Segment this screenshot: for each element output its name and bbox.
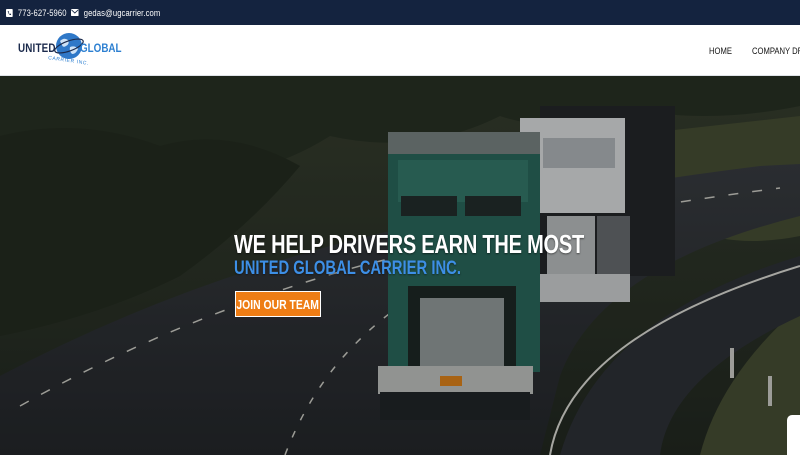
phone-number: 773-627-5960: [17, 7, 67, 18]
top-contact-bar: 773-627-5960 gedas@ugcarrier.com: [0, 0, 800, 25]
nav-item-label: HOME: [709, 45, 732, 56]
hero-section: WE HELP DRIVERS EARN THE MOST UNITED GLO…: [0, 76, 800, 455]
nav-item-company-drivers[interactable]: COMPANY DRI: [752, 25, 800, 76]
nav-item-label: COMPANY DRI: [752, 45, 800, 56]
hero-title: WE HELP DRIVERS EARN THE MOST: [234, 229, 584, 259]
phone-icon: [6, 8, 13, 17]
email-contact[interactable]: gedas@ugcarrier.com: [71, 0, 160, 25]
nav-item-home[interactable]: HOME: [709, 25, 732, 76]
join-our-team-button[interactable]: JOIN OUR TEAM: [235, 291, 321, 317]
email-address: gedas@ugcarrier.com: [83, 7, 161, 18]
envelope-icon: [71, 9, 79, 16]
site-header: UNITED GLOBAL CARRIER INC.: [0, 25, 800, 76]
scroll-corner-widget[interactable]: [787, 415, 800, 455]
logo-word-global: GLOBAL: [80, 41, 122, 55]
hero-subtitle: UNITED GLOBAL CARRIER INC.: [234, 258, 461, 279]
phone-contact[interactable]: 773-627-5960: [6, 0, 67, 25]
logo-word-united: UNITED: [18, 41, 56, 55]
company-logo[interactable]: UNITED GLOBAL CARRIER INC.: [18, 31, 122, 71]
join-our-team-label: JOIN OUR TEAM: [236, 296, 320, 312]
